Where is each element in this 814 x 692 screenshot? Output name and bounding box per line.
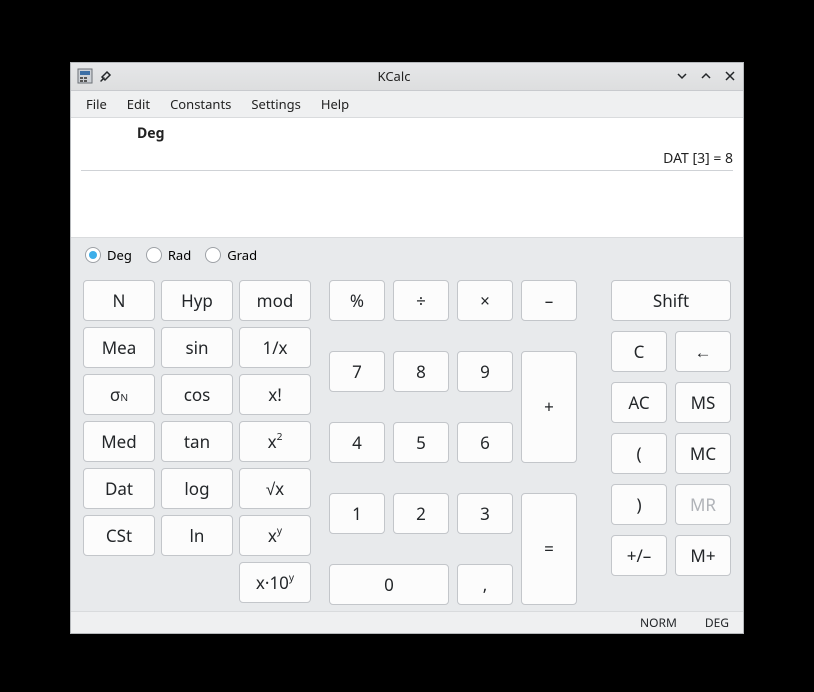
key-sin[interactable]: sin [161,327,233,368]
key-percent[interactable]: % [329,280,385,321]
status-norm: NORM [640,614,677,631]
key-2[interactable]: 2 [393,493,449,534]
scientific-keys: N Hyp mod Mea sin 1/x σN cos x! Med tan … [83,280,311,605]
key-log[interactable]: log [161,468,233,509]
key-mod[interactable]: mod [239,280,311,321]
key-1[interactable]: 1 [329,493,385,534]
angle-rad-label: Rad [168,246,191,264]
key-factorial[interactable]: x! [239,374,311,415]
key-9[interactable]: 9 [457,351,513,392]
angle-mode-bar: Deg Rad Grad [71,237,743,272]
key-3[interactable]: 3 [457,493,513,534]
close-icon[interactable] [723,69,737,83]
menu-edit[interactable]: Edit [118,91,159,117]
key-0[interactable]: 0 [329,564,449,605]
key-rparen[interactable]: ) [611,484,667,525]
display-mode-label: Deg [81,124,733,143]
titlebar: KCalc [71,63,743,91]
menu-constants[interactable]: Constants [161,91,240,117]
numeric-keys: % ÷ × – 7 8 9 + 4 5 6 1 2 3 = 0 , [329,280,593,605]
key-subtract[interactable]: – [521,280,577,321]
radio-icon [85,247,101,263]
window-title: KCalc [113,67,675,85]
angle-deg-label: Deg [107,246,132,264]
key-clear[interactable]: C [611,331,667,372]
pin-icon[interactable] [99,69,113,83]
key-mc[interactable]: MC [675,433,731,474]
menubar: File Edit Constants Settings Help [71,91,743,118]
key-med[interactable]: Med [83,421,155,462]
app-icon [77,68,93,84]
key-recip[interactable]: 1/x [239,327,311,368]
key-6[interactable]: 6 [457,422,513,463]
key-cos[interactable]: cos [161,374,233,415]
key-mr[interactable]: MR [675,484,731,525]
key-backspace[interactable]: ← [675,331,731,372]
key-hyp[interactable]: Hyp [161,280,233,321]
menu-help[interactable]: Help [312,91,358,117]
key-multiply[interactable]: × [457,280,513,321]
key-exp10[interactable]: x·10y [239,562,311,603]
angle-grad-label: Grad [227,246,257,264]
key-ln[interactable]: ln [161,515,233,556]
angle-grad[interactable]: Grad [205,246,257,264]
key-tan[interactable]: tan [161,421,233,462]
key-mplus[interactable]: M+ [675,535,731,576]
angle-deg[interactable]: Deg [85,246,132,264]
key-decimal[interactable]: , [457,564,513,605]
key-shift[interactable]: Shift [611,280,731,321]
angle-rad[interactable]: Rad [146,246,191,264]
menu-file[interactable]: File [77,91,116,117]
key-equals[interactable]: = [521,493,577,605]
key-7[interactable]: 7 [329,351,385,392]
radio-icon [205,247,221,263]
key-ms[interactable]: MS [675,382,731,423]
key-4[interactable]: 4 [329,422,385,463]
keypad: N Hyp mod Mea sin 1/x σN cos x! Med tan … [71,272,743,611]
key-8[interactable]: 8 [393,351,449,392]
key-add[interactable]: + [521,351,577,463]
radio-icon [146,247,162,263]
key-divide[interactable]: ÷ [393,280,449,321]
display-input-area[interactable] [81,171,733,227]
app-window: KCalc File Edit Constants Settings Help … [70,62,744,634]
key-mea[interactable]: Mea [83,327,155,368]
key-power[interactable]: xy [239,515,311,556]
display: Deg DAT [3] = 8 [71,118,743,237]
statusbar: NORM DEG [71,611,743,633]
status-deg: DEG [705,614,729,631]
key-sqrt[interactable]: √x [239,468,311,509]
display-result: DAT [3] = 8 [81,143,733,171]
key-5[interactable]: 5 [393,422,449,463]
key-dat[interactable]: Dat [83,468,155,509]
maximize-icon[interactable] [699,69,713,83]
menu-settings[interactable]: Settings [242,91,309,117]
minimize-icon[interactable] [675,69,689,83]
memory-keys: Shift C ← AC MS ( MC ) MR +/– M+ [611,280,731,605]
key-negate[interactable]: +/– [611,535,667,576]
key-lparen[interactable]: ( [611,433,667,474]
key-n[interactable]: N [83,280,155,321]
key-allclear[interactable]: AC [611,382,667,423]
key-square[interactable]: x2 [239,421,311,462]
key-cst[interactable]: CSt [83,515,155,556]
key-sigma-n[interactable]: σN [83,374,155,415]
